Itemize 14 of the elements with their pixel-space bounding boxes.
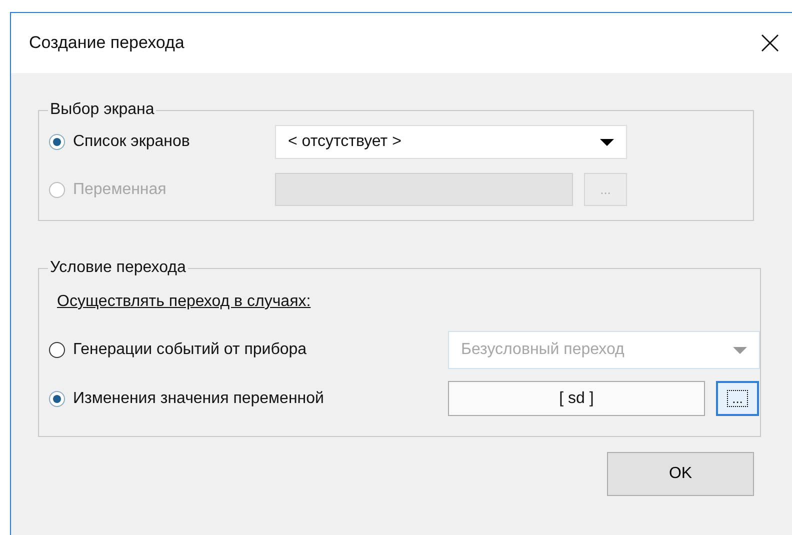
- radio-option[interactable]: Генерации событий от прибора: [49, 341, 448, 359]
- group-title: Условие перехода: [49, 259, 187, 277]
- close-icon[interactable]: [761, 34, 779, 52]
- radio-option[interactable]: Список экранов: [49, 133, 275, 151]
- caret-icon: [600, 138, 614, 146]
- window-title: Создание перехода: [29, 33, 184, 53]
- ok-button[interactable]: OK: [607, 452, 754, 496]
- input-field[interactable]: [ sd ]: [448, 381, 705, 416]
- caret-icon: [733, 346, 747, 354]
- dropdown[interactable]: < отсутствует >: [275, 125, 627, 159]
- radio-option[interactable]: Изменения значения переменной: [49, 390, 448, 408]
- section-caption: Осуществлять переход в случаях:: [57, 293, 312, 311]
- browse-button[interactable]: ...: [716, 381, 759, 416]
- group-title: Выбор экрана: [49, 101, 156, 119]
